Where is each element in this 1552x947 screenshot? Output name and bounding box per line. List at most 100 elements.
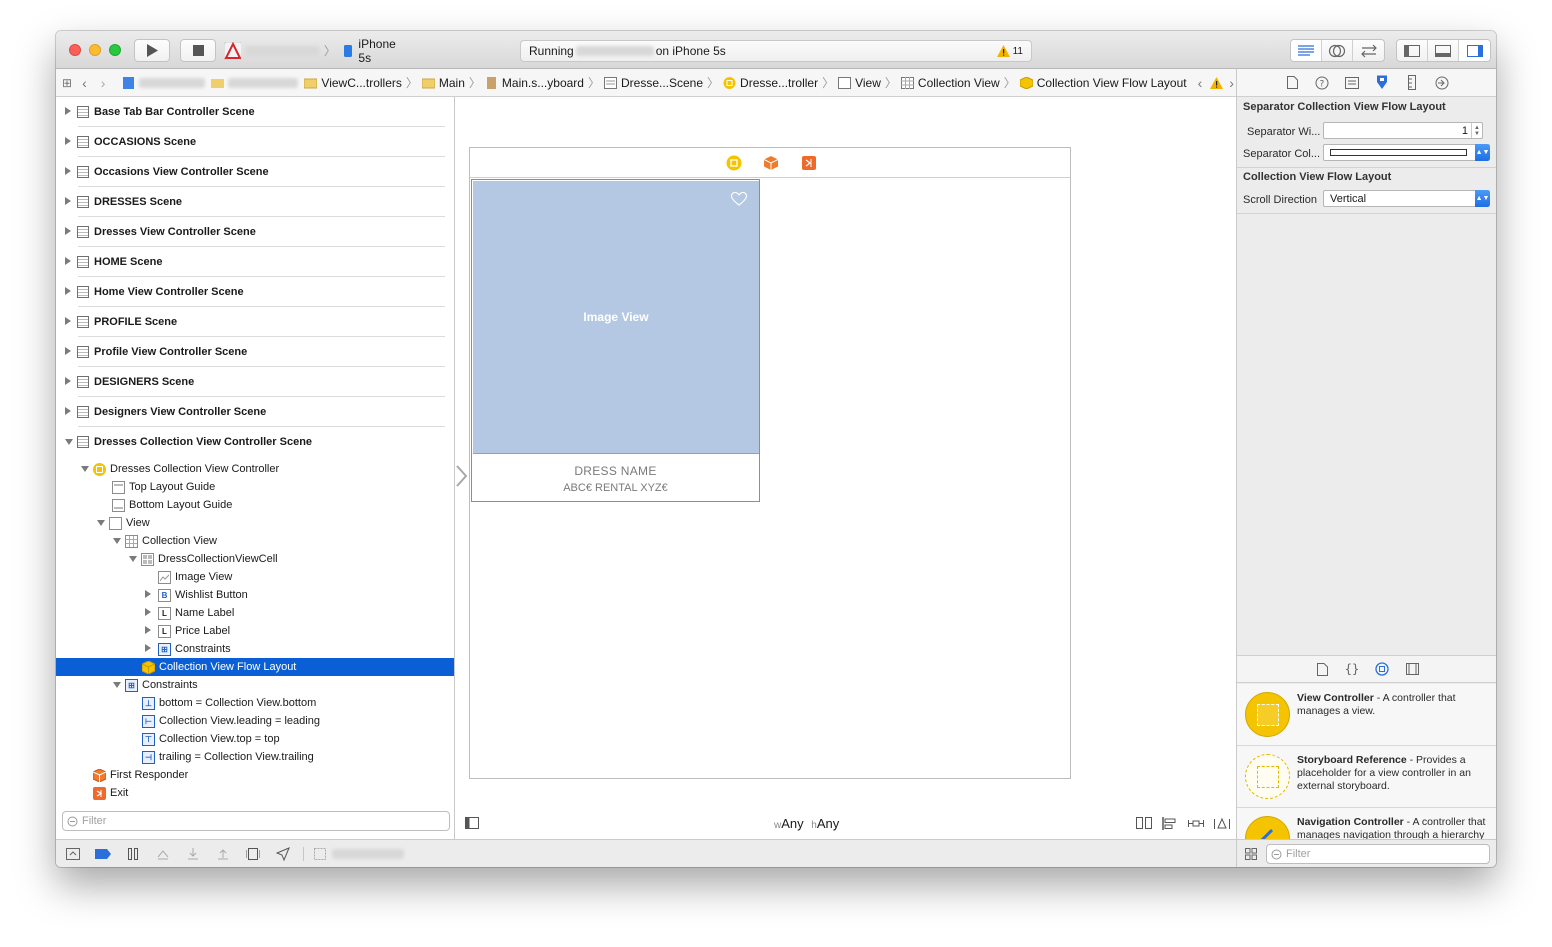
disclosure-triangle-icon[interactable] — [65, 317, 71, 325]
size-inspector-tab[interactable] — [1404, 75, 1420, 91]
storyboard-canvas[interactable]: Image View DRESS NAME ABC€ RENTAL XYZ€ w… — [456, 97, 1236, 839]
scene-row[interactable]: DESIGNERS Scene — [56, 367, 454, 397]
disclosure-triangle-icon[interactable] — [65, 347, 71, 355]
code-snippet-library-tab[interactable]: {} — [1344, 661, 1360, 677]
outline-item-collection-view[interactable]: Collection View — [56, 532, 454, 550]
document-outline-toggle-icon[interactable] — [465, 817, 479, 829]
outline-item-bottom-layout-guide[interactable]: Bottom Layout Guide — [56, 496, 454, 514]
scene-row[interactable]: DRESSES Scene — [56, 187, 454, 217]
separator-color-well[interactable]: ▲▼ — [1323, 144, 1490, 161]
breakpoints-icon[interactable] — [95, 846, 111, 862]
connections-inspector-tab[interactable] — [1434, 75, 1450, 91]
disclosure-triangle-open-icon[interactable] — [113, 538, 121, 544]
scene-row[interactable]: Base Tab Bar Controller Scene — [56, 97, 454, 127]
outline-item-view-controller[interactable]: Dresses Collection View Controller — [56, 460, 454, 478]
target-app-icon[interactable] — [312, 846, 328, 862]
crumb-group[interactable] — [208, 77, 301, 89]
prev-issue-arrow-icon[interactable]: ‹ — [1198, 75, 1203, 91]
disclosure-triangle-icon[interactable] — [65, 287, 71, 295]
quick-help-tab[interactable]: ? — [1314, 75, 1330, 91]
disclosure-triangle-icon[interactable] — [65, 407, 71, 415]
disclosure-triangle-open-icon[interactable] — [81, 466, 89, 472]
outline-item-exit[interactable]: Exit — [56, 784, 454, 802]
outline-item-view-constraints[interactable]: ⊞ Constraints — [56, 676, 454, 694]
disclosure-triangle-open-icon[interactable] — [113, 682, 121, 688]
forward-arrow-icon[interactable]: › — [101, 75, 106, 91]
stop-button[interactable] — [180, 39, 216, 62]
file-template-library-tab[interactable] — [1314, 661, 1330, 677]
outline-item-cell-constraints[interactable]: ⊞ Constraints — [56, 640, 454, 658]
scene-row[interactable]: PROFILE Scene — [56, 307, 454, 337]
step-into-icon[interactable] — [185, 846, 201, 862]
size-class-indicator[interactable]: wAny hAny — [774, 816, 839, 831]
crumb-controller[interactable]: Dresse...troller — [720, 76, 821, 90]
chevron-updown-icon[interactable]: ▲▼ — [1475, 144, 1490, 161]
zoom-window-button[interactable] — [109, 44, 121, 56]
library-filter-field[interactable]: Filter — [1266, 844, 1490, 864]
crumb-viewcontrollers[interactable]: ViewC...trollers — [301, 76, 404, 90]
outline-item-constraint[interactable]: ⊣ trailing = Collection View.trailing — [56, 748, 454, 766]
disclosure-triangle-icon[interactable] — [145, 608, 151, 616]
crumb-view[interactable]: View — [835, 76, 884, 90]
dress-name-label[interactable]: DRESS NAME — [472, 464, 759, 478]
crumb-scene[interactable]: Dresse...Scene — [601, 76, 706, 90]
crumb-storyboard[interactable]: Main.s...yboard — [482, 76, 587, 90]
scene-row[interactable]: HOME Scene — [56, 247, 454, 277]
outline-item-constraint[interactable]: ⊢ Collection View.leading = leading — [56, 712, 454, 730]
disclosure-triangle-icon[interactable] — [145, 626, 151, 634]
disclosure-triangle-icon[interactable] — [65, 197, 71, 205]
pin-icon[interactable] — [1188, 817, 1204, 830]
location-icon[interactable] — [275, 846, 291, 862]
outline-item-cell[interactable]: DressCollectionViewCell — [56, 550, 454, 568]
outline-item-first-responder[interactable]: First Responder — [56, 766, 454, 784]
crumb-flow-layout[interactable]: Collection View Flow Layout — [1017, 76, 1190, 90]
outline-item-top-layout-guide[interactable]: Top Layout Guide — [56, 478, 454, 496]
disclosure-triangle-icon[interactable] — [65, 137, 71, 145]
crumb-collection-view[interactable]: Collection View — [898, 76, 1003, 90]
outline-item-wishlist-button[interactable]: B Wishlist Button — [56, 586, 454, 604]
image-view[interactable]: Image View — [473, 181, 759, 454]
price-label[interactable]: ABC€ RENTAL XYZ€ — [472, 482, 759, 494]
assistant-editor-button[interactable] — [1322, 40, 1353, 61]
file-inspector-tab[interactable] — [1284, 75, 1300, 91]
disclosure-triangle-open-icon[interactable] — [97, 520, 105, 526]
scheme-selector[interactable]: 〉 iPhone 5s — [224, 37, 410, 65]
step-over-icon[interactable] — [155, 846, 171, 862]
attributes-inspector-tab[interactable] — [1374, 75, 1390, 91]
identity-inspector-tab[interactable] — [1344, 75, 1360, 91]
disclosure-triangle-open-icon[interactable] — [129, 556, 137, 562]
toggle-navigator-button[interactable] — [1397, 40, 1428, 61]
toggle-debug-area-button[interactable] — [1428, 40, 1459, 61]
media-library-tab[interactable] — [1404, 661, 1420, 677]
disclosure-triangle-icon[interactable] — [65, 107, 71, 115]
outline-item-image-view[interactable]: Image View — [56, 568, 454, 586]
outline-item-name-label[interactable]: L Name Label — [56, 604, 454, 622]
crumb-main-folder[interactable]: Main — [419, 76, 468, 90]
heart-icon[interactable] — [731, 192, 747, 206]
chevron-updown-icon[interactable]: ▲▼ — [1475, 190, 1490, 207]
dress-collection-cell[interactable]: Image View DRESS NAME ABC€ RENTAL XYZ€ — [471, 179, 760, 502]
scene-row[interactable]: Profile View Controller Scene — [56, 337, 454, 367]
scene-row[interactable]: Designers View Controller Scene — [56, 397, 454, 427]
minimize-window-button[interactable] — [89, 44, 101, 56]
library-item-storyboard-reference[interactable]: Storyboard Reference - Provides a placeh… — [1237, 746, 1496, 808]
step-out-icon[interactable] — [215, 846, 231, 862]
outline-item-view[interactable]: View — [56, 514, 454, 532]
outline-item-flow-layout[interactable]: Collection View Flow Layout — [56, 658, 454, 676]
scene-row[interactable]: OCCASIONS Scene — [56, 127, 454, 157]
separator-width-field[interactable]: 1 ▲ ▼ — [1323, 122, 1483, 139]
outline-item-constraint[interactable]: ⊥ bottom = Collection View.bottom — [56, 694, 454, 712]
warning-indicator[interactable]: 11 — [996, 45, 1023, 57]
outline-item-price-label[interactable]: L Price Label — [56, 622, 454, 640]
close-window-button[interactable] — [69, 44, 81, 56]
separator-width-stepper[interactable]: ▲ ▼ — [1471, 123, 1482, 138]
standard-editor-button[interactable] — [1291, 40, 1322, 61]
library-item-navigation-controller[interactable]: Navigation Controller - A controller tha… — [1237, 808, 1496, 839]
exit-dock-icon[interactable] — [801, 155, 817, 171]
disclosure-triangle-icon[interactable] — [65, 257, 71, 265]
scene-frame[interactable]: Image View DRESS NAME ABC€ RENTAL XYZ€ — [469, 147, 1071, 779]
crumb-project[interactable] — [119, 76, 208, 89]
disclosure-triangle-icon[interactable] — [65, 227, 71, 235]
scene-row[interactable]: Home View Controller Scene — [56, 277, 454, 307]
outline-item-constraint[interactable]: ⊤ Collection View.top = top — [56, 730, 454, 748]
